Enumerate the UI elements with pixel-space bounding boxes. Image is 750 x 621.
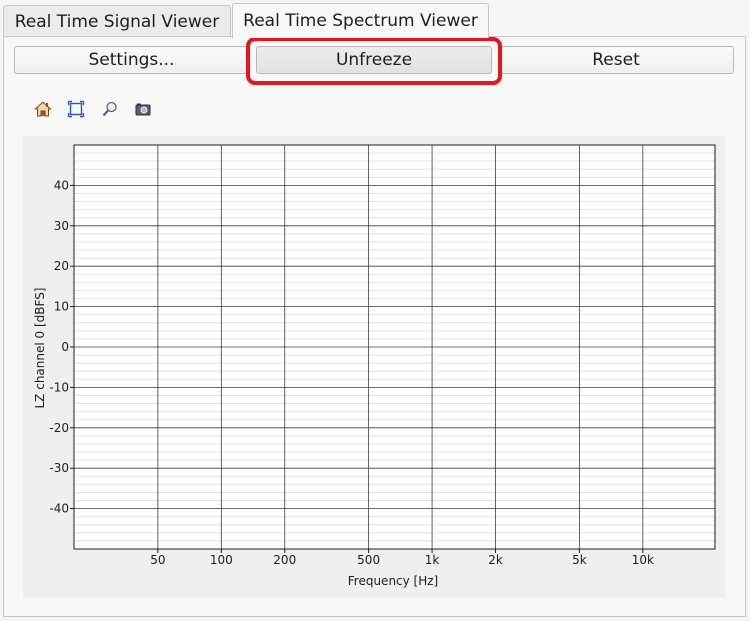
- y-tick-label: -10: [49, 380, 69, 394]
- x-tick-label: 2k: [488, 553, 503, 567]
- x-tick-label: 10k: [632, 553, 654, 567]
- x-tick-label: 100: [210, 553, 233, 567]
- x-tick-label: 50: [150, 553, 165, 567]
- x-tick-label: 1k: [425, 553, 440, 567]
- y-tick-label: -30: [49, 461, 69, 475]
- y-tick-label: -20: [49, 421, 69, 435]
- tab-spectrum-viewer[interactable]: Real Time Spectrum Viewer: [232, 3, 489, 38]
- y-tick-label: 0: [61, 340, 69, 354]
- y-tick-label: 20: [54, 259, 69, 273]
- spectrum-plot[interactable]: 403020100-10-20-30-40 50 100 200 500 1k 2k 5k 1…: [0, 0, 750, 621]
- x-tick-label: 5k: [572, 553, 587, 567]
- y-axis-label: LZ channel 0 [dBFS]: [33, 288, 47, 409]
- y-tick-label: 10: [54, 300, 69, 314]
- x-tick-label: 200: [273, 553, 296, 567]
- x-tick-label: 500: [357, 553, 380, 567]
- x-axis-label: Frequency [Hz]: [348, 574, 439, 588]
- y-tick-label: -40: [49, 502, 69, 516]
- y-tick-label: 40: [54, 178, 69, 192]
- y-tick-label: 30: [54, 219, 69, 233]
